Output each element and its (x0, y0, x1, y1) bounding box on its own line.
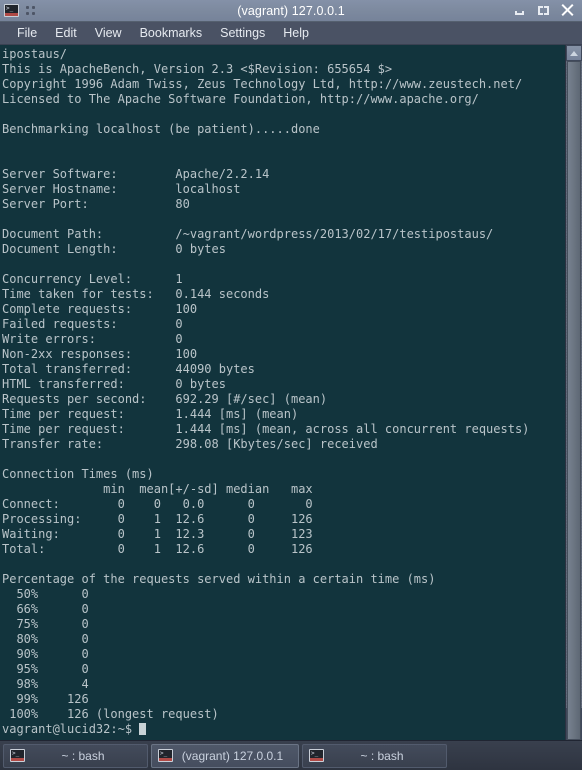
taskbar-button-label: ~ : bash (360, 748, 404, 763)
terminal-icon (309, 748, 324, 762)
window-title: (vagrant) 127.0.0.1 (237, 3, 345, 18)
terminal-icon (158, 748, 173, 762)
terminal-line: Complete requests: 100 (2, 302, 198, 316)
scroll-up-button[interactable] (566, 45, 582, 61)
taskbar-button-bash-1[interactable]: ~ : bash (3, 743, 148, 768)
terminal-line: Server Hostname: localhost (2, 182, 241, 196)
terminal-line: 95% 0 (2, 662, 89, 676)
window-controls (513, 4, 578, 17)
terminal-line: This is ApacheBench, Version 2.3 <$Revis… (2, 62, 393, 76)
titlebar-left-icons (4, 3, 37, 17)
window-titlebar[interactable]: (vagrant) 127.0.0.1 (0, 0, 582, 22)
terminal-output[interactable]: ipostaus/This is ApacheBench, Version 2.… (0, 45, 565, 740)
terminal-line: Connect: 0 0 0.0 0 0 (2, 497, 313, 511)
text-cursor (139, 723, 147, 735)
maximize-icon[interactable] (537, 4, 550, 17)
menu-bar: File Edit View Bookmarks Settings Help (0, 22, 582, 45)
menu-item-edit[interactable]: Edit (46, 24, 86, 42)
terminal-line: 50% 0 (2, 587, 89, 601)
taskbar-button-vagrant[interactable]: (vagrant) 127.0.0.1 (151, 743, 299, 768)
terminal-line: 98% 4 (2, 677, 89, 691)
terminal-line: Document Path: /~vagrant/wordpress/2013/… (2, 227, 494, 241)
terminal-line: Connection Times (ms) (2, 467, 154, 481)
terminal-prompt-line: vagrant@lucid32:~$ (2, 722, 565, 737)
terminal-line: HTML transferred: 0 bytes (2, 377, 226, 391)
terminal-line: Transfer rate: 298.08 [Kbytes/sec] recei… (2, 437, 378, 451)
terminal-line: Total transferred: 44090 bytes (2, 362, 255, 376)
terminal-line: Benchmarking localhost (be patient).....… (2, 122, 320, 136)
terminal-line: Concurrency Level: 1 (2, 272, 183, 286)
terminal-line: Server Software: Apache/2.2.14 (2, 167, 270, 181)
terminal-area: ipostaus/This is ApacheBench, Version 2.… (0, 45, 582, 740)
terminal-line: Document Length: 0 bytes (2, 242, 226, 256)
terminal-line: Copyright 1996 Adam Twiss, Zeus Technolo… (2, 77, 523, 91)
minimize-icon[interactable] (513, 4, 526, 17)
taskbar-button-label: (vagrant) 127.0.0.1 (181, 748, 284, 763)
terminal-line: 99% 126 (2, 692, 89, 706)
terminal-line: Percentage of the requests served within… (2, 572, 436, 586)
terminal-line: min mean[+/-sd] median max (2, 482, 313, 496)
terminal-line: 90% 0 (2, 647, 89, 661)
window-menu-icon[interactable] (26, 5, 37, 16)
terminal-line: 66% 0 (2, 602, 89, 616)
taskbar-button-bash-2[interactable]: ~ : bash (302, 743, 447, 768)
terminal-line: Write errors: 0 (2, 332, 183, 346)
terminal-scrollbar[interactable] (565, 45, 582, 740)
taskbar: ~ : bash (vagrant) 127.0.0.1 ~ : bash (0, 740, 582, 770)
terminal-line: Failed requests: 0 (2, 317, 183, 331)
taskbar-button-label: ~ : bash (61, 748, 105, 763)
terminal-line: Time per request: 1.444 [ms] (mean, acro… (2, 422, 530, 436)
terminal-icon (4, 3, 19, 17)
terminal-icon (10, 748, 25, 762)
terminal-line: Processing: 0 1 12.6 0 126 (2, 512, 313, 526)
close-icon[interactable] (561, 4, 574, 17)
menu-item-help[interactable]: Help (274, 24, 318, 42)
terminal-line: ipostaus/ (2, 47, 68, 61)
terminal-line: 75% 0 (2, 617, 89, 631)
menu-item-bookmarks[interactable]: Bookmarks (131, 24, 212, 42)
terminal-line: Time per request: 1.444 [ms] (mean) (2, 407, 299, 421)
scrollbar-thumb[interactable] (567, 61, 581, 740)
menu-item-view[interactable]: View (86, 24, 131, 42)
terminal-window: (vagrant) 127.0.0.1 File Edit View Bookm… (0, 0, 582, 740)
terminal-line: Requests per second: 692.29 [#/sec] (mea… (2, 392, 328, 406)
scroll-up-icon (570, 50, 578, 56)
terminal-line: 100% 126 (longest request) (2, 707, 219, 721)
terminal-line: 80% 0 (2, 632, 89, 646)
terminal-line: Non-2xx responses: 100 (2, 347, 198, 361)
terminal-line: Waiting: 0 1 12.3 0 123 (2, 527, 313, 541)
menu-item-file[interactable]: File (8, 24, 46, 42)
terminal-line: Total: 0 1 12.6 0 126 (2, 542, 313, 556)
menu-item-settings[interactable]: Settings (211, 24, 274, 42)
terminal-line: Time taken for tests: 0.144 seconds (2, 287, 270, 301)
shell-prompt: vagrant@lucid32:~$ (2, 722, 140, 736)
terminal-line: Server Port: 80 (2, 197, 190, 211)
terminal-line: Licensed to The Apache Software Foundati… (2, 92, 479, 106)
